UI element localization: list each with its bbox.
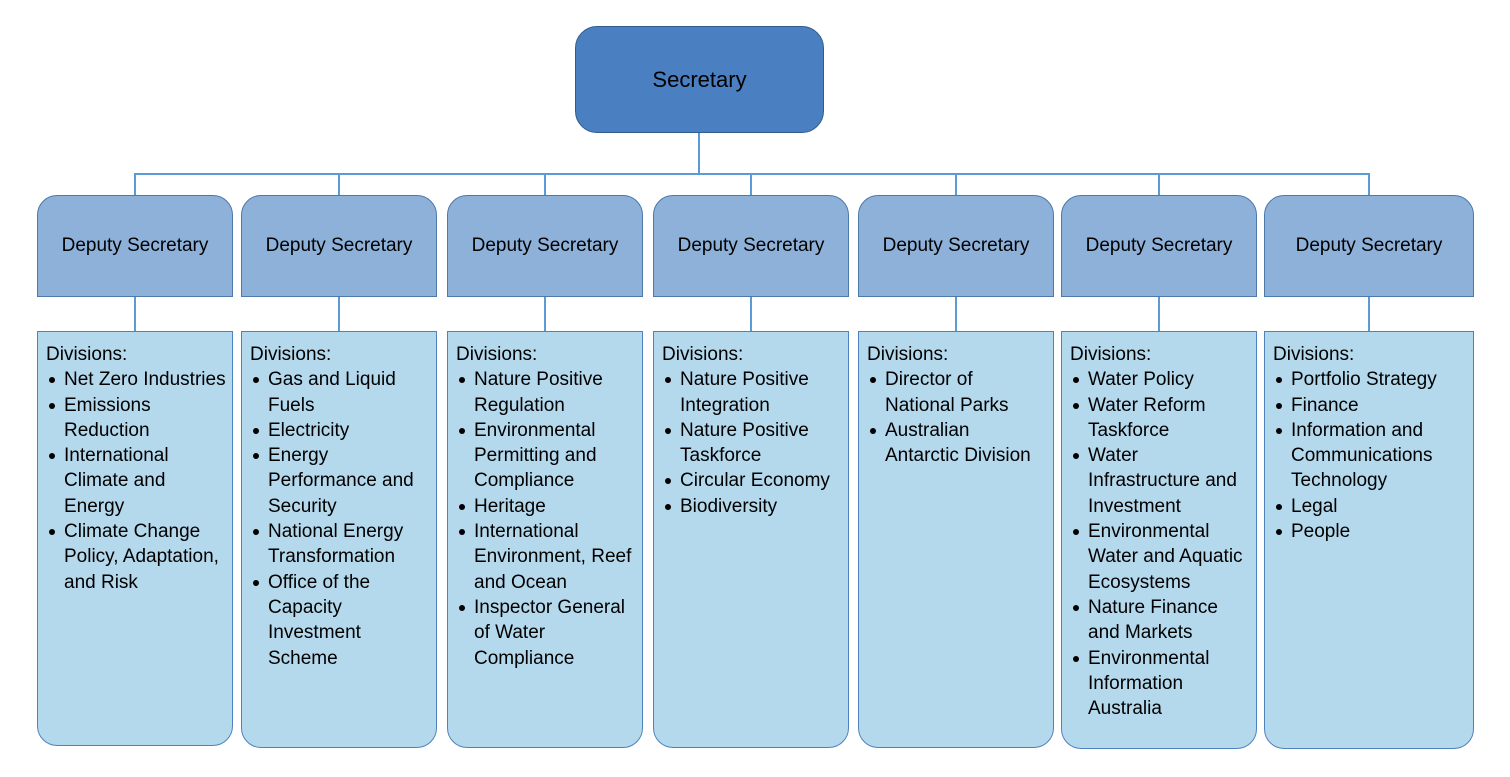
divisions-list: Gas and Liquid Fuels Electricity Energy Pe… <box>250 367 430 671</box>
division-item: Gas and Liquid Fuels <box>250 367 430 418</box>
division-item: Water Reform Taskforce <box>1070 393 1250 444</box>
divisions-heading: Divisions: <box>1070 344 1152 365</box>
deputy-secretary-label: Deputy Secretary <box>471 235 619 256</box>
division-item: Net Zero Industries <box>46 367 226 392</box>
connector-line <box>1158 173 1160 196</box>
division-item: Environmental Permitting and Compliance <box>456 418 636 494</box>
division-item: Inspector General of Water Compliance <box>456 595 636 671</box>
connector-line <box>955 173 957 196</box>
connector-line <box>134 173 136 196</box>
divisions-list: Portfolio Strategy Finance Information and… <box>1273 367 1467 544</box>
connector-line <box>1368 296 1370 332</box>
division-item: Environmental Water and Aquatic Ecosyste… <box>1070 519 1250 595</box>
division-item: Legal <box>1273 494 1467 519</box>
deputy-secretary-box: Deputy Secretary <box>1061 195 1257 297</box>
connector-line <box>338 296 340 332</box>
divisions-list: Nature Positive Regulation Environmental … <box>456 367 636 671</box>
division-item: Circular Economy <box>662 468 842 493</box>
division-item: Information and Communications Technolog… <box>1273 418 1467 494</box>
connector-line <box>134 173 1370 175</box>
connector-line <box>750 296 752 332</box>
divisions-box: Divisions: Net Zero Industries Emissions R… <box>37 331 233 746</box>
division-item: Electricity <box>250 418 430 443</box>
deputy-secretary-box: Deputy Secretary <box>37 195 233 297</box>
connector-line <box>955 296 957 332</box>
division-item: Heritage <box>456 494 636 519</box>
deputy-secretary-box: Deputy Secretary <box>1264 195 1474 297</box>
divisions-box: Divisions: Nature Positive Regulation Envi… <box>447 331 643 748</box>
connector-line <box>1368 173 1370 196</box>
division-item: Nature Finance and Markets <box>1070 595 1250 646</box>
divisions-box: Divisions: Portfolio Strategy Finance Infor… <box>1264 331 1474 749</box>
divisions-box: Divisions: Water Policy Water Reform Taskf… <box>1061 331 1257 749</box>
divisions-heading: Divisions: <box>867 344 949 365</box>
division-item: Nature Positive Regulation <box>456 367 636 418</box>
divisions-heading: Divisions: <box>662 344 744 365</box>
connector-line <box>1158 296 1160 332</box>
divisions-heading: Divisions: <box>250 344 332 365</box>
divisions-heading: Divisions: <box>46 344 128 365</box>
division-item: International Climate and Energy <box>46 443 226 519</box>
connector-line <box>698 132 700 174</box>
division-item: Australian Antarctic Division <box>867 418 1047 469</box>
divisions-heading: Divisions: <box>1273 344 1355 365</box>
division-item: Environmental Information Australia <box>1070 646 1250 722</box>
deputy-secretary-label: Deputy Secretary <box>265 235 413 256</box>
deputy-secretary-box: Deputy Secretary <box>858 195 1054 297</box>
deputy-secretary-label: Deputy Secretary <box>1085 235 1233 256</box>
division-item: Portfolio Strategy <box>1273 367 1467 392</box>
division-item: Emissions Reduction <box>46 393 226 444</box>
division-item: Finance <box>1273 393 1467 418</box>
division-item: Water Policy <box>1070 367 1250 392</box>
division-item: Climate Change Policy, Adaptation, and R… <box>46 519 226 595</box>
division-item: Water Infrastructure and Investment <box>1070 443 1250 519</box>
division-item: Office of the Capacity Investment Scheme <box>250 570 430 671</box>
deputy-secretary-label: Deputy Secretary <box>677 235 825 256</box>
divisions-list: Water Policy Water Reform Taskforce Water … <box>1070 367 1250 721</box>
connector-line <box>544 173 546 196</box>
deputy-secretary-label: Deputy Secretary <box>882 235 1030 256</box>
division-item: International Environment, Reef and Ocea… <box>456 519 636 595</box>
connector-line <box>544 296 546 332</box>
division-item: Nature Positive Integration <box>662 367 842 418</box>
divisions-list: Director of National Parks Australian Ant… <box>867 367 1047 468</box>
deputy-secretary-label: Deputy Secretary <box>61 235 209 256</box>
connector-line <box>338 173 340 196</box>
secretary-label: Secretary <box>652 66 747 92</box>
divisions-box: Divisions: Nature Positive Integration Nat… <box>653 331 849 748</box>
division-item: Nature Positive Taskforce <box>662 418 842 469</box>
divisions-list: Net Zero Industries Emissions Reduction In… <box>46 367 226 595</box>
secretary-box: Secretary <box>575 26 824 133</box>
deputy-secretary-box: Deputy Secretary <box>653 195 849 297</box>
division-item: Biodiversity <box>662 494 842 519</box>
divisions-box: Divisions: Gas and Liquid Fuels Electricit… <box>241 331 437 748</box>
division-item: Director of National Parks <box>867 367 1047 418</box>
connector-line <box>134 296 136 332</box>
deputy-secretary-box: Deputy Secretary <box>447 195 643 297</box>
division-item: Energy Performance and Security <box>250 443 430 519</box>
deputy-secretary-label: Deputy Secretary <box>1295 235 1443 256</box>
division-item: National Energy Transformation <box>250 519 430 570</box>
divisions-heading: Divisions: <box>456 344 538 365</box>
deputy-secretary-box: Deputy Secretary <box>241 195 437 297</box>
connector-line <box>750 173 752 196</box>
divisions-list: Nature Positive Integration Nature Positi… <box>662 367 842 519</box>
divisions-box: Divisions: Director of National Parks Aust… <box>858 331 1054 748</box>
division-item: People <box>1273 519 1467 544</box>
